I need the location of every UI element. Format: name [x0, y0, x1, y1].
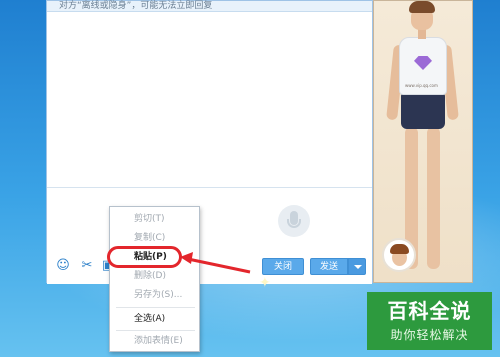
cursor-sparkle-icon: ✦: [259, 275, 271, 291]
watermark-logo: 百科全说 助你轻松解决: [367, 292, 492, 350]
watermark-title: 百科全说: [387, 299, 472, 323]
watermark-subtitle: 助你轻松解决: [390, 328, 469, 342]
